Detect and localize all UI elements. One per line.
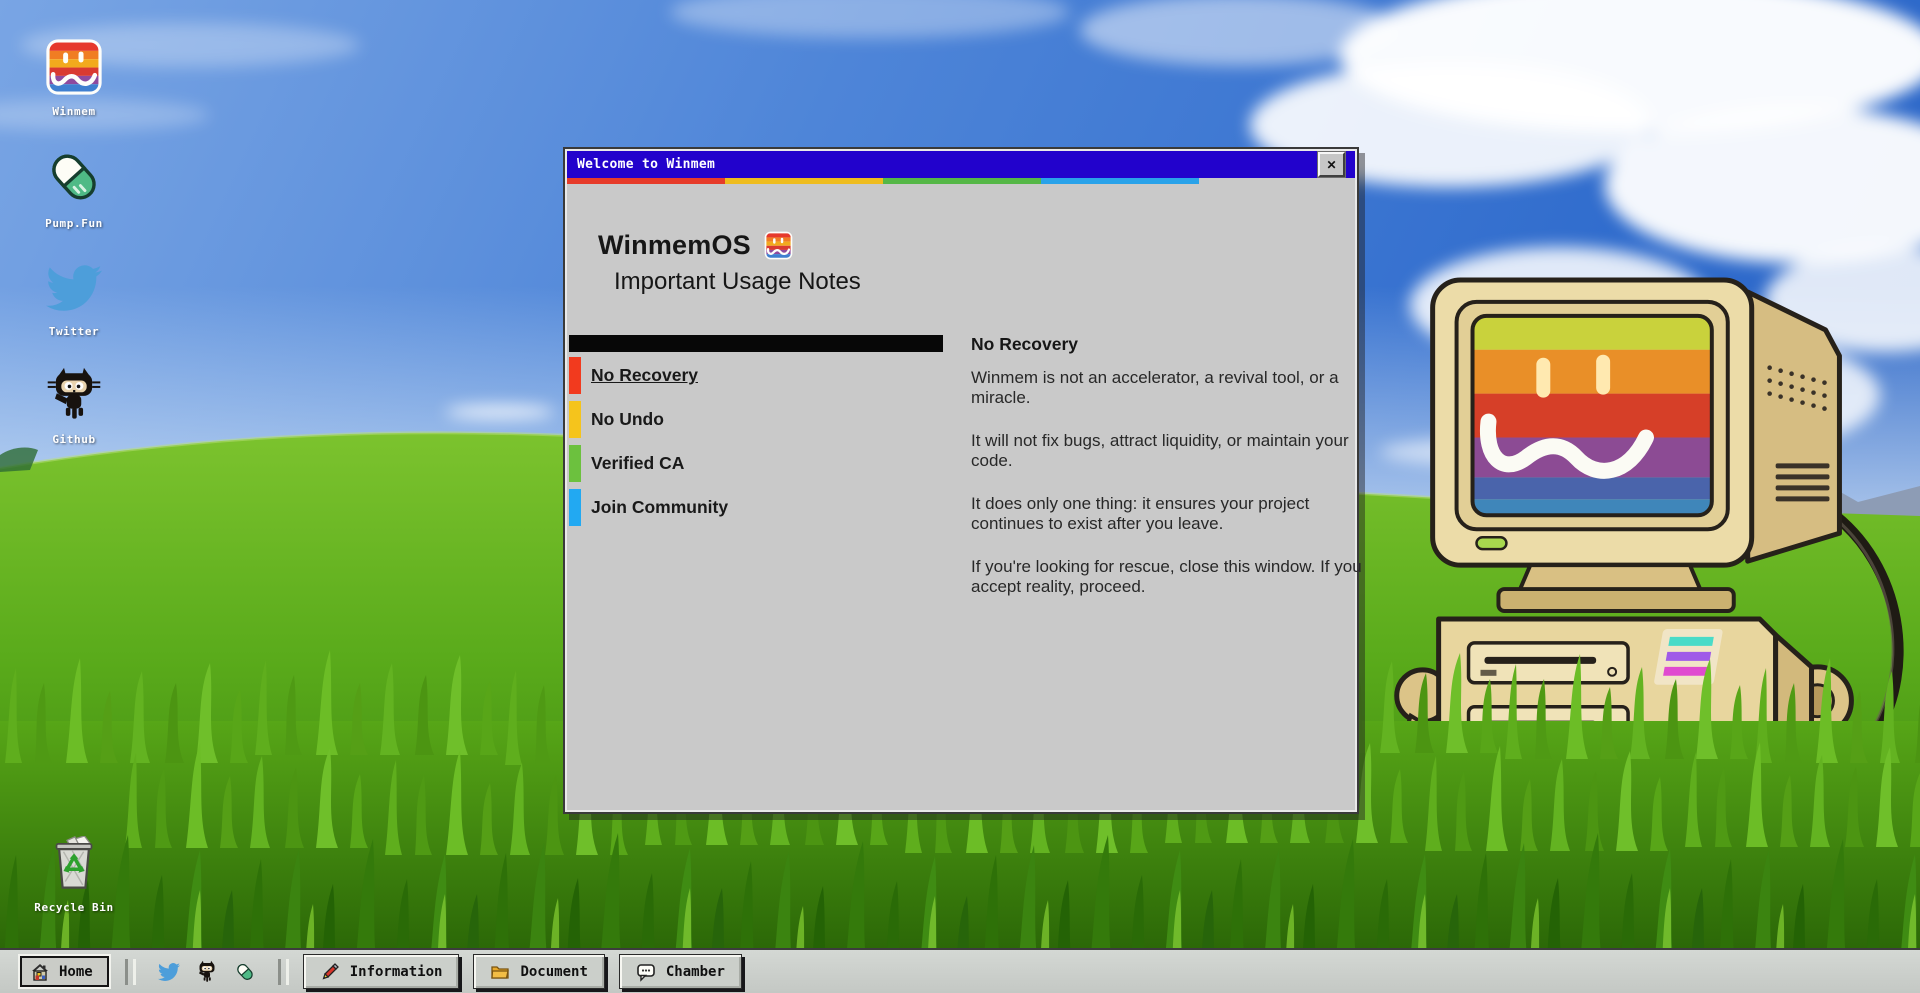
- desktop-icon-winmem[interactable]: Winmem: [26, 34, 122, 118]
- taskbar: Home: [0, 948, 1920, 993]
- github-icon: [26, 362, 122, 424]
- quicklaunch-twitter[interactable]: [156, 959, 182, 985]
- home-button-label: Home: [59, 964, 93, 980]
- desktop-icon-recycle-bin[interactable]: Recycle Bin: [26, 830, 122, 914]
- twitter-icon: [26, 254, 122, 316]
- heading-line2: Important Usage Notes: [614, 268, 861, 296]
- twitter-icon: [158, 961, 180, 983]
- quicklaunch-github[interactable]: [194, 959, 220, 985]
- desktop-icon-label: Github: [26, 433, 122, 446]
- menu-item-verified-ca[interactable]: Verified CA: [569, 445, 943, 482]
- content-paragraph: It will not fix bugs, attract liquidity,…: [971, 431, 1367, 470]
- pill-icon: [234, 961, 256, 983]
- taskbar-button-document[interactable]: Document: [473, 954, 604, 989]
- welcome-window: Welcome to Winmem ✕ WinmemOS: [563, 147, 1359, 814]
- page-title: WinmemOS: [598, 230, 861, 296]
- window-titlebar[interactable]: Welcome to Winmem ✕: [567, 151, 1355, 178]
- content-paragraph: It does only one thing: it ensures your …: [971, 494, 1367, 533]
- winmem-logo-icon: [26, 34, 122, 96]
- menu-color-bar: [569, 401, 581, 438]
- folder-icon: [490, 962, 510, 982]
- taskbar-separator: [278, 959, 289, 985]
- window-body: WinmemOS: [567, 184, 1355, 810]
- menu-list: No Recovery No Undo Verified CA Join Com…: [569, 357, 943, 533]
- close-icon[interactable]: ✕: [1318, 152, 1345, 177]
- home-button[interactable]: Home: [18, 954, 111, 989]
- menu-item-no-undo[interactable]: No Undo: [569, 401, 943, 438]
- heading-line1: WinmemOS: [598, 230, 751, 261]
- pill-icon: [26, 146, 122, 208]
- desktop-icon-label: Twitter: [26, 325, 122, 338]
- solana-sticker: [1654, 629, 1724, 685]
- pencil-icon: [320, 962, 340, 982]
- menu-item-no-recovery[interactable]: No Recovery: [569, 357, 943, 394]
- winmem-logo-icon: [764, 231, 793, 260]
- desktop-icon-label: Pump.Fun: [26, 217, 122, 230]
- chat-bubble-icon: [636, 962, 656, 982]
- menu-header-bar: [569, 335, 943, 352]
- content-panel: No Recovery Winmem is not an accelerator…: [971, 334, 1367, 620]
- desktop-icon-label: Winmem: [26, 105, 122, 118]
- content-title: No Recovery: [971, 334, 1367, 355]
- desktop-icon-pumpfun[interactable]: Pump.Fun: [26, 146, 122, 230]
- quicklaunch-pumpfun[interactable]: [232, 959, 258, 985]
- taskbar-button-chamber[interactable]: Chamber: [619, 954, 742, 989]
- menu-color-bar: [569, 445, 581, 482]
- github-icon: [195, 960, 219, 984]
- menu-color-bar: [569, 489, 581, 526]
- taskbar-button-information[interactable]: Information: [303, 954, 460, 989]
- taskbar-separator: [125, 959, 136, 985]
- desktop-icon-github[interactable]: Github: [26, 362, 122, 446]
- desktop-icon-twitter[interactable]: Twitter: [26, 254, 122, 338]
- recycle-bin-icon: [26, 830, 122, 892]
- menu-color-bar: [569, 357, 581, 394]
- house-icon: [30, 962, 50, 982]
- content-paragraph: If you're looking for rescue, close this…: [971, 557, 1367, 596]
- menu-item-join-community[interactable]: Join Community: [569, 489, 943, 526]
- desktop-icon-label: Recycle Bin: [26, 901, 122, 914]
- window-title: Welcome to Winmem: [577, 157, 715, 172]
- content-paragraph: Winmem is not an accelerator, a revival …: [971, 368, 1367, 407]
